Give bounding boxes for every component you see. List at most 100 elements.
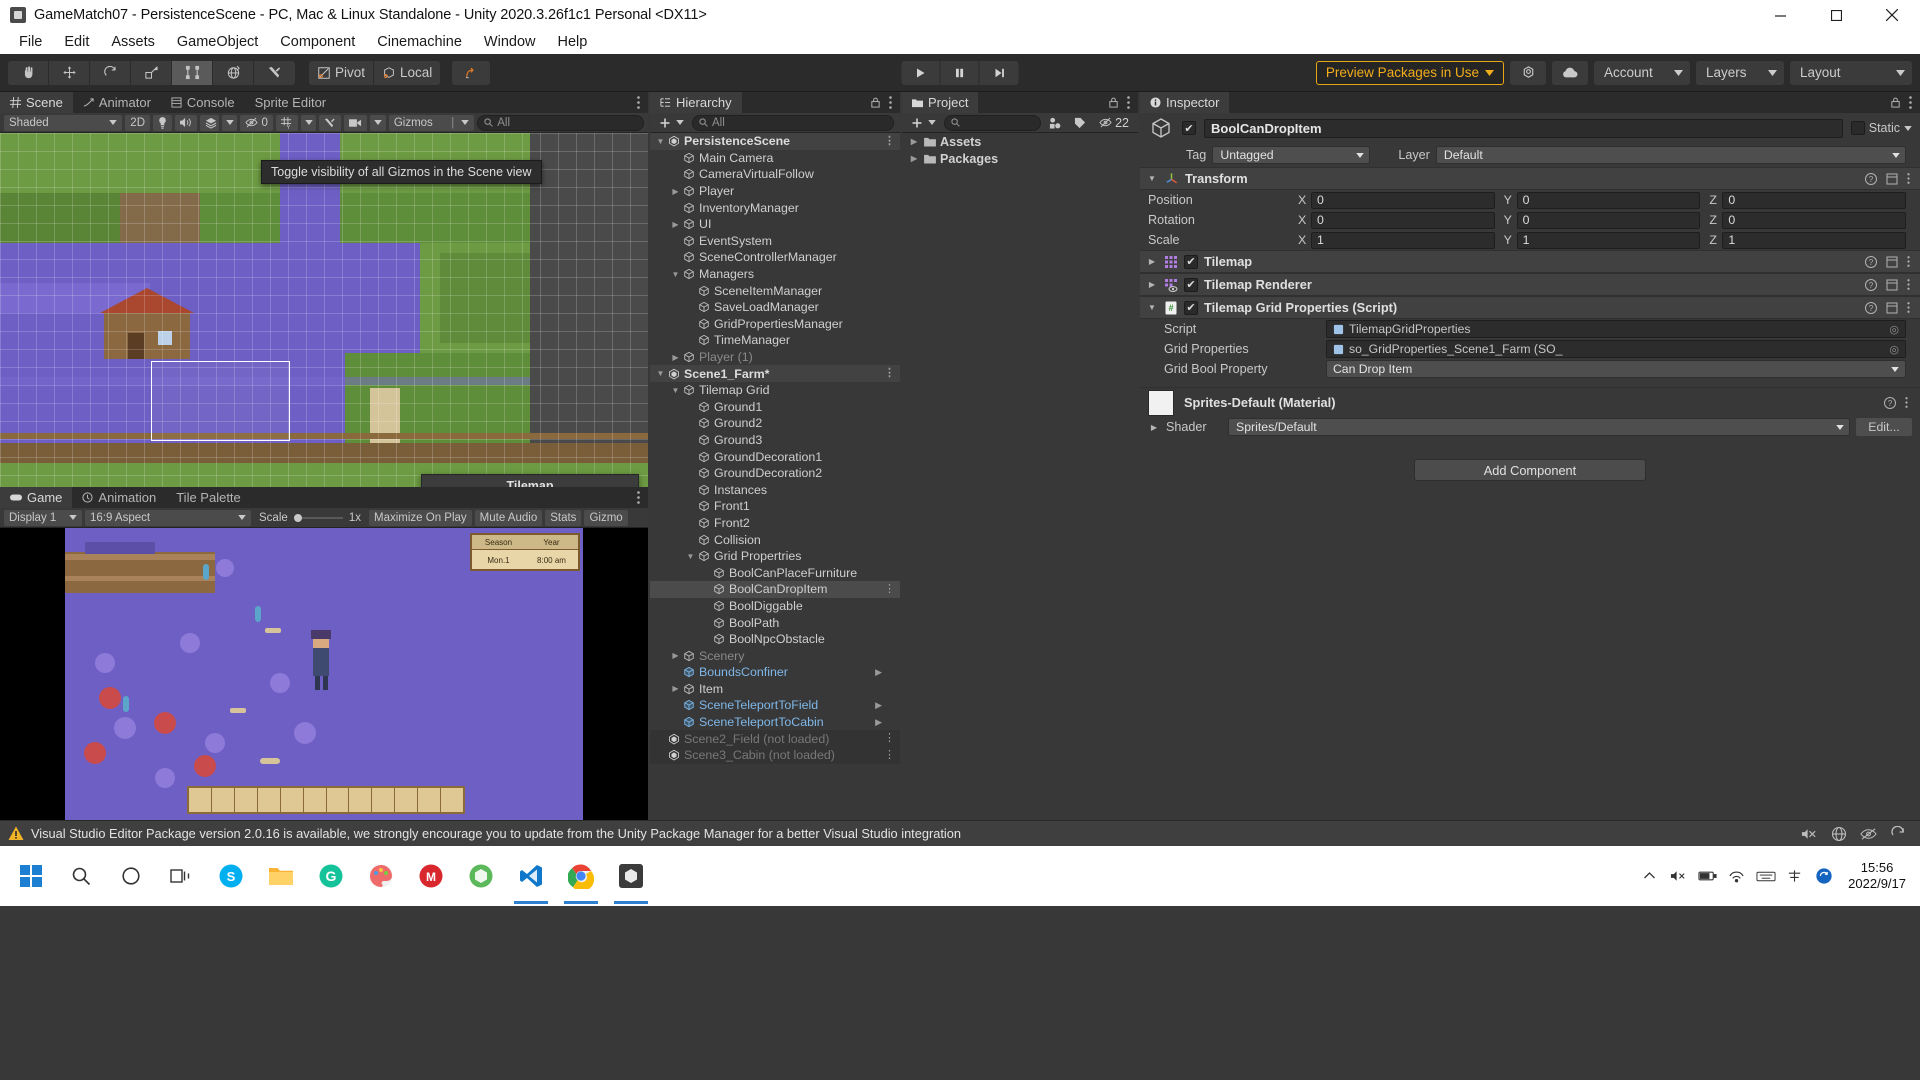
mute-audio-toggle[interactable]: Mute Audio [474,509,543,526]
globe-icon[interactable] [1831,826,1847,842]
eye-off-icon[interactable] [1860,827,1877,841]
minimize-icon[interactable] [1752,0,1808,30]
static-toggle[interactable]: Static [1850,121,1912,135]
axis-z-input[interactable]: 1 [1722,231,1907,249]
hierarchy-item[interactable]: SceneTeleportToField ▶ [650,697,900,714]
property-field[interactable]: TilemapGridProperties ◎ [1326,320,1906,338]
inspector-panel-controls[interactable] [1890,92,1920,113]
menu-help[interactable]: Help [546,32,598,52]
component-tools[interactable]: ? [1865,301,1914,314]
scene-panel-menu[interactable] [637,92,648,113]
move-tool-icon[interactable] [49,60,90,85]
local-toggle[interactable]: Local [374,60,441,85]
hierarchy-item[interactable]: Scene3_Cabin (not loaded) ⋮ [650,746,900,764]
ime-icon[interactable] [1780,848,1809,904]
material-component-tools[interactable]: ? [1884,396,1912,409]
hierarchy-item[interactable]: BoolDiggable [650,598,900,615]
hierarchy-item[interactable]: GroundDecoration2 [650,465,900,482]
component-tools[interactable]: ? [1865,255,1914,268]
app-explorer-folder-icon[interactable] [256,848,306,904]
taskbar-clock[interactable]: 15:56 2022/9/17 [1838,860,1916,893]
aspect-dropdown[interactable]: 16:9 Aspect [85,509,251,526]
draw-mode-dropdown[interactable]: Shaded [4,114,123,131]
collab-icon[interactable] [1510,60,1546,85]
scale-slider[interactable]: Scale 1x [254,510,366,526]
gameobject-enabled-checkbox[interactable]: ✔ [1182,121,1196,135]
maximize-icon[interactable] [1808,0,1864,30]
focus-on-popup[interactable]: Tilemap Focus On None [421,474,639,487]
preview-packages-dropdown[interactable]: Preview Packages in Use [1315,60,1504,85]
component-header[interactable]: ▶ ✔ Tilemap Renderer? [1140,273,1920,296]
chevron-down-icon[interactable]: ▼ [669,270,682,279]
add-component-button[interactable]: Add Component [1414,459,1646,481]
hierarchy-search-input[interactable]: All [692,114,894,131]
hierarchy-item-menu-icon[interactable]: ⋮ [884,368,895,379]
hierarchy-item[interactable]: ▶ Player (1) [650,349,900,366]
hierarchy-item[interactable]: SaveLoadManager [650,299,900,316]
lighting-toggle-icon[interactable] [153,114,172,131]
tab-hierarchy[interactable]: Hierarchy [650,92,742,113]
hotbar-slot[interactable] [327,788,350,812]
hotbar-slot[interactable] [372,788,396,812]
layout-dropdown[interactable]: Layout [1790,60,1912,85]
scene-camera-icon[interactable] [344,114,368,131]
prefab-open-chevron-icon[interactable]: ▶ [875,667,882,678]
project-hidden-count[interactable]: 22 [1094,115,1134,131]
chevron-down-icon[interactable]: ▼ [1146,303,1158,312]
prefab-open-chevron-icon[interactable]: ▶ [875,717,882,728]
axis-y-input[interactable]: 1 [1516,231,1701,249]
hierarchy-item[interactable]: ▶ Scenery [650,647,900,664]
chevron-right-icon[interactable]: ▶ [1146,257,1158,266]
hierarchy-item[interactable]: SceneItemManager [650,282,900,299]
menu-gameobject[interactable]: GameObject [166,32,269,52]
tab-animation[interactable]: Animation [72,487,167,508]
hierarchy-tree[interactable]: ▼ PersistenceScene ⋮ Main Camera CameraVirtu… [650,133,900,820]
menu-component[interactable]: Component [269,32,366,52]
project-item[interactable]: ▶ Assets [902,133,1138,150]
pivot-toggle[interactable]: Pivot [309,60,375,85]
chevron-right-icon[interactable]: ▶ [908,154,920,163]
camera-dropdown-arrow[interactable] [370,114,386,131]
tab-project[interactable]: Project [902,92,979,113]
component-header[interactable]: ▼ # ✔ Tilemap Grid Properties (Script)? [1140,296,1920,319]
keyboard-icon[interactable] [1751,848,1780,904]
scene-grid-icon[interactable]: Y [275,114,298,131]
chevron-down-icon[interactable]: ▼ [654,137,667,146]
hierarchy-item[interactable]: BoundsConfiner ▶ [650,664,900,681]
hotbar-slot[interactable] [258,788,281,812]
axis-z-input[interactable]: 0 [1722,211,1907,229]
axis-z-input[interactable]: 0 [1722,191,1907,209]
shader-edit-button[interactable]: Edit... [1856,418,1912,436]
prefab-open-chevron-icon[interactable]: ▶ [875,700,882,711]
search-icon[interactable] [56,848,106,904]
app-unity-icon[interactable] [606,848,656,904]
hierarchy-item-menu-icon[interactable]: ⋮ [884,733,895,744]
project-item[interactable]: ▶ Packages [902,150,1138,167]
hierarchy-item[interactable]: SceneControllerManager [650,249,900,266]
hierarchy-item[interactable]: Front2 [650,515,900,532]
maximize-on-play-toggle[interactable]: Maximize On Play [369,509,472,526]
volume-icon[interactable] [1664,848,1693,904]
chevron-right-icon[interactable]: ▶ [669,353,682,362]
component-header-transform[interactable]: ▼ Transform ? [1140,167,1920,190]
chevron-down-icon[interactable]: ▼ [684,552,697,561]
component-enabled-checkbox[interactable]: ✔ [1184,300,1198,315]
hierarchy-item[interactable]: ▼ Managers [650,266,900,283]
transform-component-tools[interactable]: ? [1865,172,1914,185]
game-canvas[interactable]: Season Year Mon.1 8:00 am [0,528,648,820]
shader-foldout-icon[interactable]: ▶ [1148,423,1160,432]
chevron-right-icon[interactable]: ▶ [669,684,682,693]
task-view-icon[interactable] [156,848,206,904]
hierarchy-item[interactable]: ▼ PersistenceScene ⋮ [650,133,900,150]
hierarchy-item[interactable]: Ground3 [650,432,900,449]
game-gizmos-toggle[interactable]: Gizmo [584,509,628,526]
hotbar-slot[interactable] [235,788,258,812]
game-panel-menu[interactable] [637,487,648,508]
tab-game[interactable]: Game [0,487,73,508]
chevron-up-icon[interactable] [1635,848,1664,904]
audio-toggle-icon[interactable] [175,114,197,131]
hierarchy-item[interactable]: Front1 [650,498,900,515]
hierarchy-item[interactable]: Main Camera [650,150,900,167]
sync-icon[interactable] [1809,848,1838,904]
component-enabled-checkbox[interactable]: ✔ [1184,254,1198,269]
